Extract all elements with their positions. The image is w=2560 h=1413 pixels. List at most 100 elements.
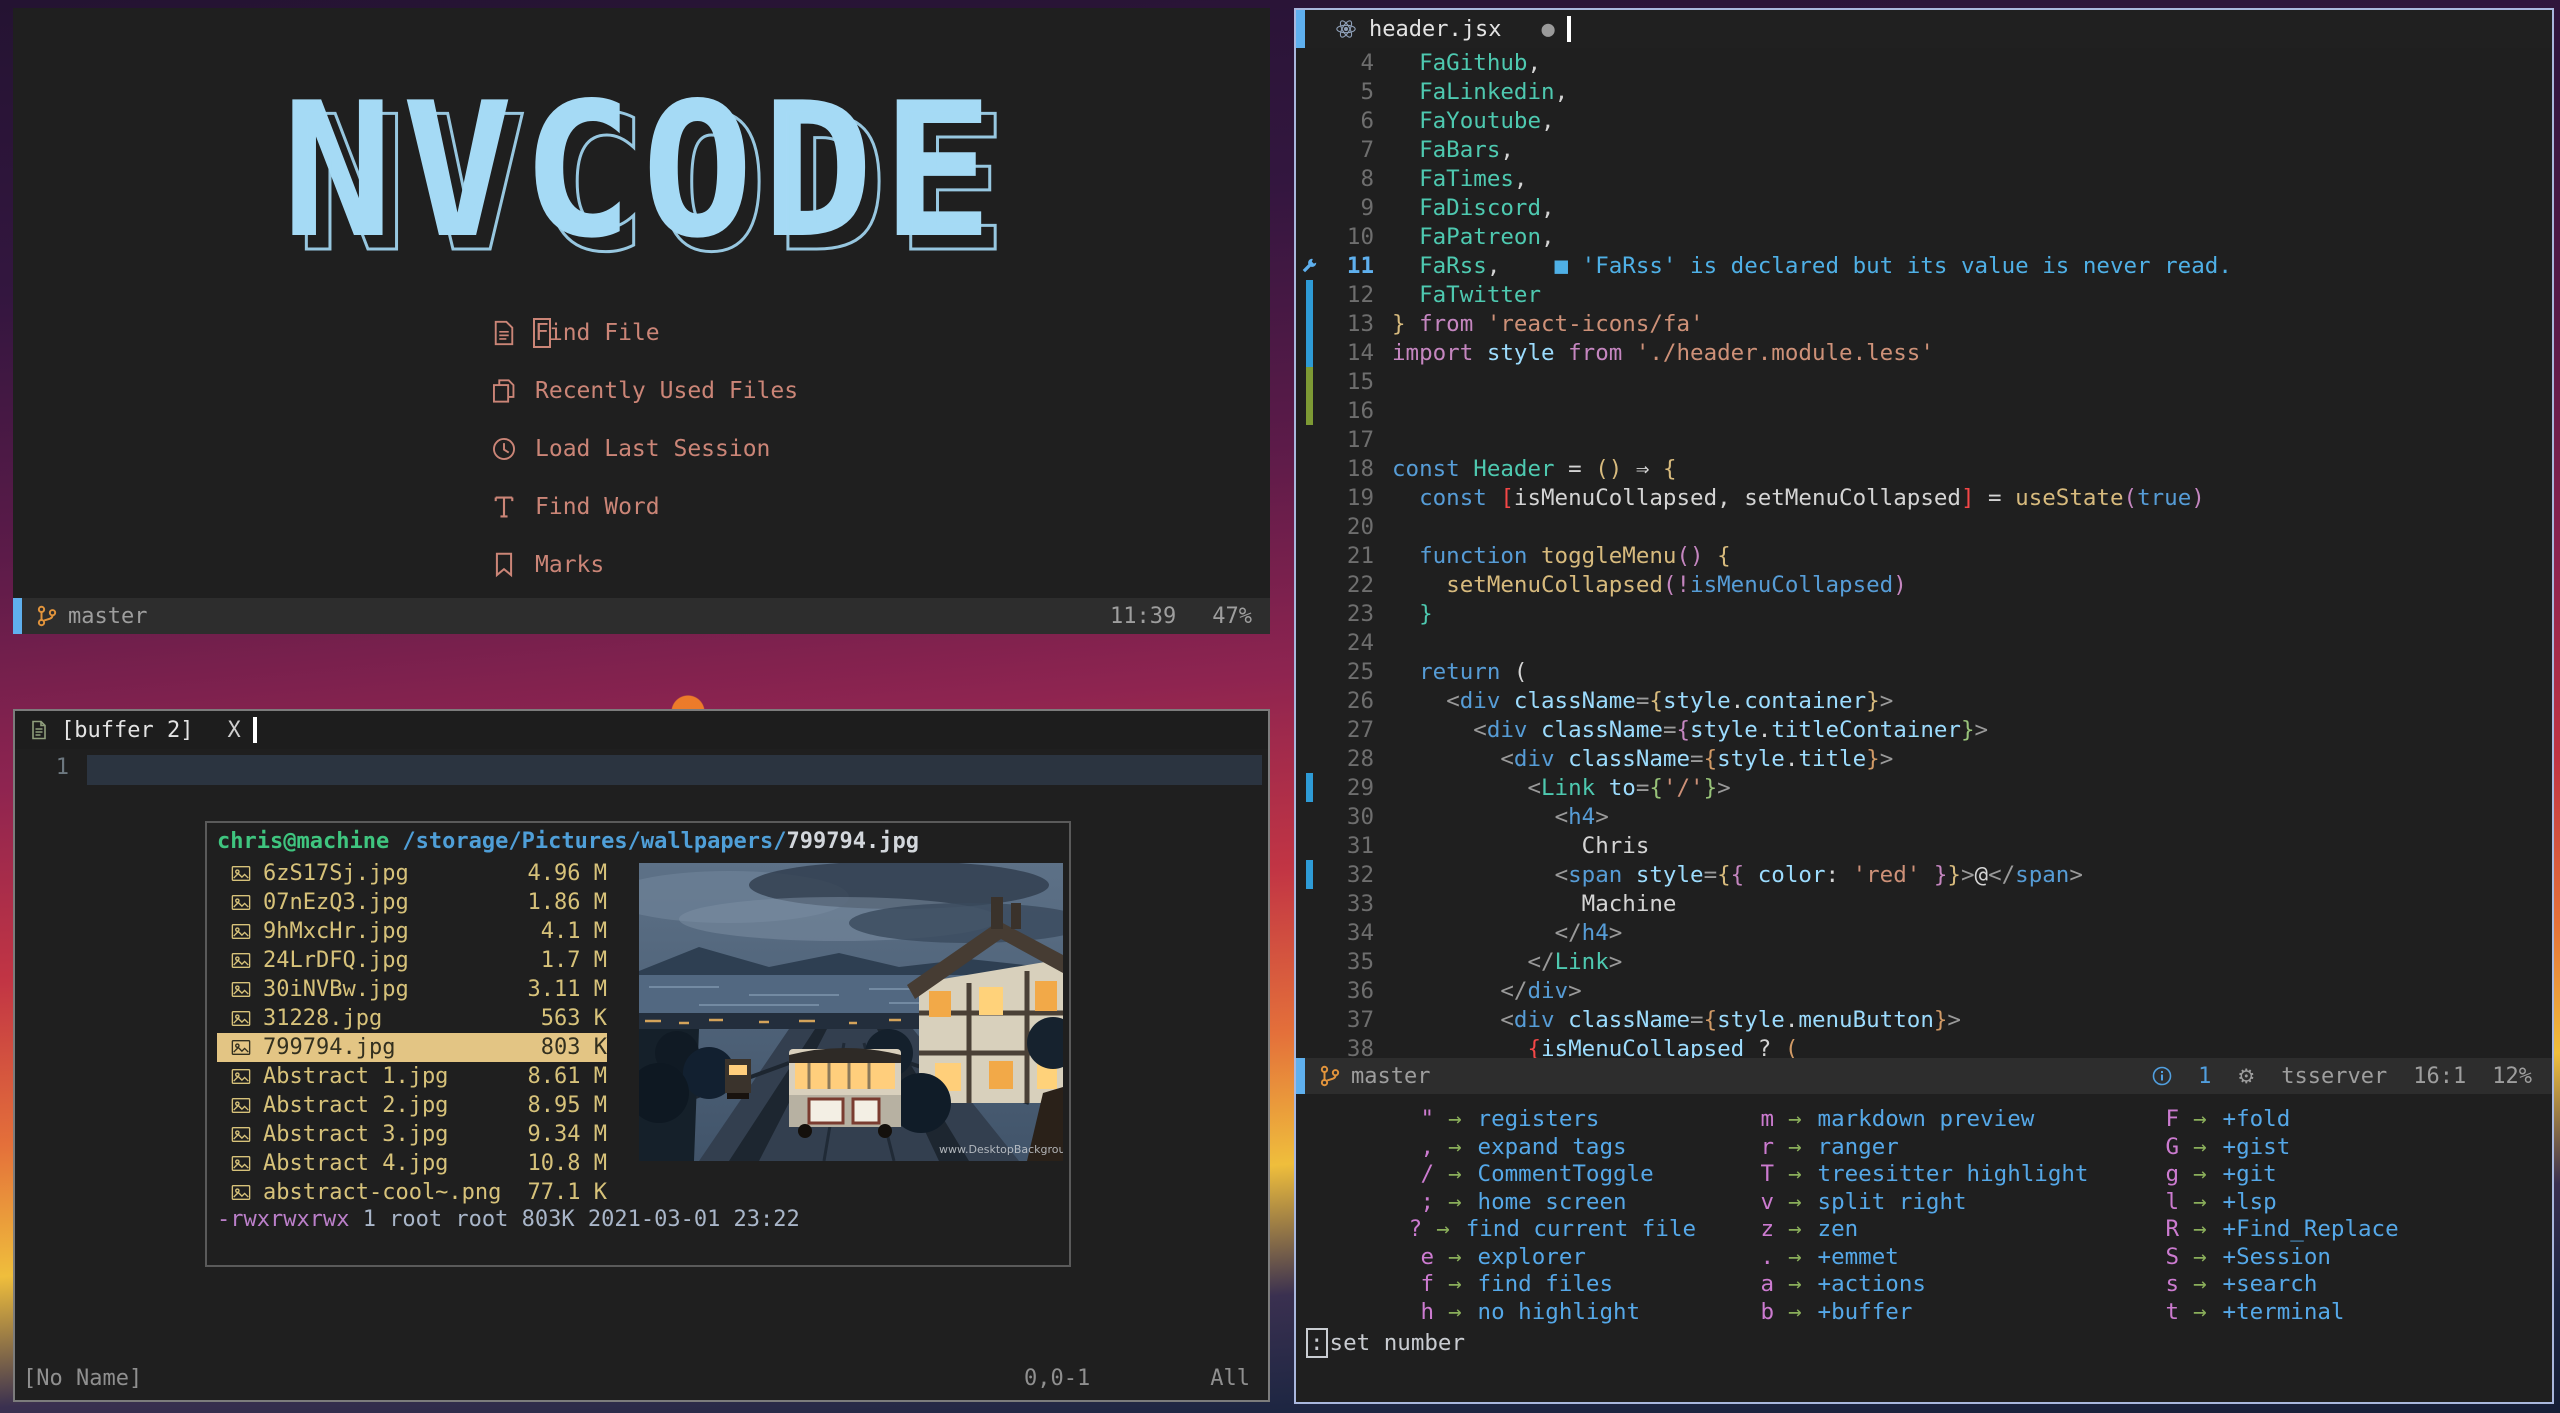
- arrow-right-icon: →: [2193, 1106, 2207, 1132]
- code-line[interactable]: 8 FaTimes,: [1296, 164, 2552, 193]
- code-line[interactable]: 34 </h4>: [1296, 918, 2552, 947]
- code-line[interactable]: 29 <Link to={'/'}>: [1296, 773, 2552, 802]
- line-number: 11: [1346, 252, 1374, 279]
- code-line[interactable]: 4 FaGithub,: [1296, 48, 2552, 77]
- code-line[interactable]: 6 FaYoutube,: [1296, 106, 2552, 135]
- file-row[interactable]: 24LrDFQ.jpg 1.7 M: [217, 946, 607, 975]
- whichkey-binding[interactable]: v → split right: [1696, 1189, 2101, 1217]
- sign-column: [1296, 193, 1322, 222]
- file-row[interactable]: Abstract 2.jpg 8.95 M: [217, 1091, 607, 1120]
- code-line[interactable]: 12 FaTwitter: [1296, 280, 2552, 309]
- code-line[interactable]: 32 <span style={{ color: 'red' }}>@</spa…: [1296, 860, 2552, 889]
- code-line[interactable]: 30 <h4>: [1296, 802, 2552, 831]
- file-row[interactable]: 07nEzQ3.jpg 1.86 M: [217, 888, 607, 917]
- whichkey-binding[interactable]: z → zen: [1696, 1216, 2101, 1244]
- code-line[interactable]: 5 FaLinkedin,: [1296, 77, 2552, 106]
- whichkey-label: home screen: [1477, 1188, 1627, 1215]
- file-row[interactable]: 31228.jpg 563 K: [217, 1004, 607, 1033]
- code-line[interactable]: 22 setMenuCollapsed(!isMenuCollapsed): [1296, 570, 2552, 599]
- code-line[interactable]: 15: [1296, 367, 2552, 396]
- start-screen-window: NVCODE NVCODE Find File Recently Used Fil…: [13, 8, 1270, 634]
- whichkey-binding[interactable]: l → +lsp: [2101, 1189, 2496, 1217]
- whichkey-binding[interactable]: F → +fold: [2101, 1106, 2496, 1134]
- whichkey-binding[interactable]: t → +terminal: [2101, 1299, 2496, 1327]
- code-line[interactable]: 27 <div className={style.titleContainer}…: [1296, 715, 2552, 744]
- whichkey-key: b: [1760, 1298, 1774, 1325]
- tab-buffer-2[interactable]: [buffer 2] X: [15, 711, 271, 749]
- start-menu-item[interactable]: Find File: [491, 304, 798, 362]
- code-line[interactable]: 19 const [isMenuCollapsed, setMenuCollap…: [1296, 483, 2552, 512]
- whichkey-binding[interactable]: g → +git: [2101, 1161, 2496, 1189]
- code-line[interactable]: 20: [1296, 512, 2552, 541]
- whichkey-binding[interactable]: T → treesitter highlight: [1696, 1161, 2101, 1189]
- sign-column: [1296, 541, 1322, 570]
- code-line[interactable]: 31 Chris: [1296, 831, 2552, 860]
- whichkey-binding[interactable]: ? → find current file: [1356, 1216, 1696, 1244]
- whichkey-label: find current file: [1465, 1216, 1696, 1242]
- file-row[interactable]: 6zS17Sj.jpg 4.96 M: [217, 859, 607, 888]
- file-row[interactable]: Abstract 3.jpg 9.34 M: [217, 1120, 607, 1149]
- gear-icon: ⚙: [2237, 1064, 2256, 1088]
- file-row[interactable]: Abstract 1.jpg 8.61 M: [217, 1062, 607, 1091]
- whichkey-binding[interactable]: / → CommentToggle: [1356, 1161, 1696, 1189]
- whichkey-binding[interactable]: , → expand tags: [1356, 1134, 1696, 1162]
- code-line[interactable]: 36 </div>: [1296, 976, 2552, 1005]
- code-line[interactable]: 25 return (: [1296, 657, 2552, 686]
- code-line[interactable]: 26 <div className={style.container}>: [1296, 686, 2552, 715]
- git-branch-label: master: [1351, 1063, 1431, 1089]
- code-line[interactable]: 14 import style from './header.module.les…: [1296, 338, 2552, 367]
- diagnostic-info-icon: [2152, 1066, 2172, 1086]
- code-line[interactable]: 23 }: [1296, 599, 2552, 628]
- sign-column: [1296, 48, 1322, 77]
- start-menu-item[interactable]: Load Last Session: [491, 420, 798, 478]
- file-row[interactable]: abstract-cool~.png 77.1 K: [217, 1178, 607, 1207]
- start-menu-item[interactable]: Recently Used Files: [491, 362, 798, 420]
- image-icon: [231, 1097, 251, 1114]
- code-line[interactable]: 10 FaPatreon,: [1296, 222, 2552, 251]
- whichkey-binding[interactable]: G → +gist: [2101, 1134, 2496, 1162]
- code-line[interactable]: 21 function toggleMenu() {: [1296, 541, 2552, 570]
- code-line[interactable]: 11 FaRss, ■ 'FaRss' is declared but its …: [1296, 251, 2552, 280]
- git-change-sign: [1296, 338, 1322, 367]
- line-number: 8: [1360, 165, 1374, 192]
- whichkey-binding[interactable]: e → explorer: [1356, 1244, 1696, 1272]
- whichkey-column: " → registers, → expand tags / → CommentToggle;…: [1296, 1106, 1696, 1326]
- file-row[interactable]: 9hMxcHr.jpg 4.1 M: [217, 917, 607, 946]
- code-line[interactable]: 9 FaDiscord,: [1296, 193, 2552, 222]
- whichkey-binding[interactable]: R → +Find_Replace: [2101, 1216, 2496, 1244]
- code-line[interactable]: 18 const Header = () ⇒ {: [1296, 454, 2552, 483]
- whichkey-binding[interactable]: b → +buffer: [1696, 1299, 2101, 1327]
- arrow-right-icon: →: [2193, 1216, 2207, 1242]
- code-line[interactable]: 35 </Link>: [1296, 947, 2552, 976]
- file-row[interactable]: 30iNVBw.jpg 3.11 M: [217, 975, 607, 1004]
- code-line[interactable]: 28 <div className={style.title}>: [1296, 744, 2552, 773]
- code-line[interactable]: 17: [1296, 425, 2552, 454]
- start-menu-item[interactable]: Marks: [491, 536, 798, 594]
- whichkey-binding[interactable]: f → find files: [1356, 1271, 1696, 1299]
- code-line[interactable]: 33 Machine: [1296, 889, 2552, 918]
- whichkey-binding[interactable]: a → +actions: [1696, 1271, 2101, 1299]
- code-line[interactable]: 16: [1296, 396, 2552, 425]
- code-line[interactable]: 13} from 'react-icons/fa': [1296, 309, 2552, 338]
- buffer-line-1[interactable]: 1: [15, 755, 1268, 785]
- whichkey-binding[interactable]: s → +search: [2101, 1271, 2496, 1299]
- code-line[interactable]: 7 FaBars,: [1296, 135, 2552, 164]
- whichkey-binding[interactable]: " → registers: [1356, 1106, 1696, 1134]
- whichkey-binding[interactable]: S → +Session: [2101, 1244, 2496, 1272]
- code-text: function toggleMenu() {: [1419, 542, 1731, 569]
- whichkey-binding[interactable]: r → ranger: [1696, 1134, 2101, 1162]
- whichkey-key: F: [2165, 1106, 2179, 1132]
- tab-header-jsx[interactable]: header.jsx ●: [1335, 10, 1571, 48]
- whichkey-key: r: [1760, 1133, 1774, 1160]
- command-line[interactable]: : set number: [1306, 1328, 1465, 1358]
- tab-close-button[interactable]: X: [227, 718, 240, 743]
- whichkey-binding[interactable]: . → +emmet: [1696, 1244, 2101, 1272]
- whichkey-binding[interactable]: ; → home screen: [1356, 1189, 1696, 1217]
- code-line[interactable]: 37 <div className={style.menuButton}>: [1296, 1005, 2552, 1034]
- whichkey-binding[interactable]: m → markdown preview: [1696, 1106, 2101, 1134]
- start-menu-item[interactable]: Find Word: [491, 478, 798, 536]
- file-row-selected[interactable]: 799794.jpg 803 K: [217, 1033, 607, 1062]
- file-row[interactable]: Abstract 4.jpg 10.8 M: [217, 1149, 607, 1178]
- code-line[interactable]: 24: [1296, 628, 2552, 657]
- whichkey-binding[interactable]: h → no highlight: [1356, 1299, 1696, 1327]
